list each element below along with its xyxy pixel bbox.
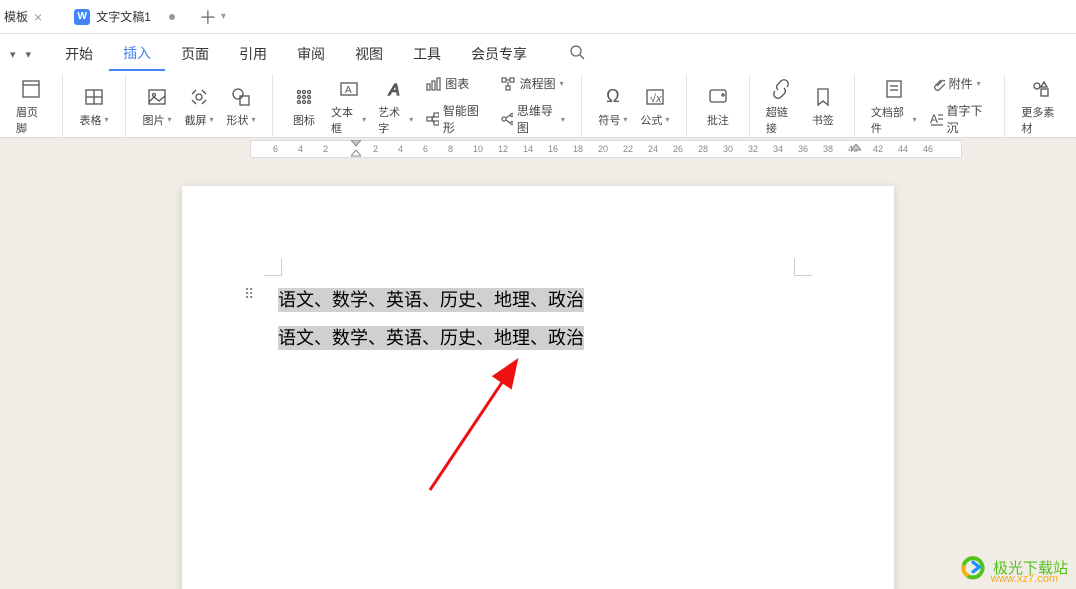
ribbon-toolbar: 眉页脚 表格 图片 截屏 形状 图标 A 文本框 A [0, 74, 1076, 138]
svg-text:A: A [388, 82, 400, 99]
smartart-button[interactable]: 智能图形 [419, 99, 489, 139]
search-button[interactable] [559, 38, 595, 71]
selected-text-line1[interactable]: 语文、数学、英语、历史、地理、政治 [278, 288, 584, 312]
chevron-down-icon: ▾ [221, 11, 226, 22]
flowchart-button[interactable]: 流程图▾ [494, 72, 571, 95]
svg-text:A: A [345, 85, 352, 96]
menu-view[interactable]: 视图 [341, 38, 397, 70]
mindmap-icon [500, 111, 513, 127]
textbox-button[interactable]: A 文本框 [325, 74, 372, 138]
wordart-button[interactable]: A 艺术字 [372, 74, 419, 138]
undo-dropdown-icon[interactable]: ▾ [8, 46, 18, 63]
picture-button[interactable]: 图片 [136, 82, 178, 130]
chart-button[interactable]: 图表 [419, 72, 489, 95]
menu-member[interactable]: 会员专享 [457, 38, 541, 70]
menu-insert[interactable]: 插入 [109, 37, 165, 71]
tab-template[interactable]: 模板 × [0, 3, 54, 31]
shape-icon [230, 86, 252, 108]
table-button[interactable]: 表格 [73, 82, 115, 130]
screenshot-button[interactable]: 截屏 [178, 82, 220, 130]
menu-review[interactable]: 审阅 [283, 38, 339, 70]
hanging-indent-marker[interactable] [351, 150, 361, 158]
comment-icon [707, 86, 729, 108]
screenshot-icon [188, 86, 210, 108]
bookmark-button[interactable]: 书签 [802, 82, 844, 130]
table-icon [83, 86, 105, 108]
shapes-icon [1030, 78, 1052, 100]
equation-icon: √x [644, 86, 666, 108]
docparts-icon [883, 78, 905, 100]
grid-icon [293, 86, 315, 108]
link-icon [770, 78, 792, 100]
watermark-url: www.xz7.com [991, 573, 1058, 585]
equation-button[interactable]: √x 公式 [634, 82, 676, 130]
menu-tabs: 开始 插入 页面 引用 审阅 视图 工具 会员专享 [51, 37, 541, 71]
header-footer-icon [20, 78, 42, 100]
close-icon[interactable]: × [34, 9, 42, 25]
horizontal-ruler[interactable]: 6 4 2 2 4 6 8 10 12 14 16 18 20 22 24 26… [250, 140, 962, 158]
hyperlink-button[interactable]: 超链接 [760, 74, 802, 138]
docparts-button[interactable]: 文档部件 [865, 74, 923, 138]
chart-icon [425, 76, 441, 92]
search-icon [569, 44, 585, 60]
picture-icon [146, 86, 168, 108]
comment-button[interactable]: 批注 [697, 82, 739, 130]
dropcap-icon: A [929, 111, 943, 127]
selected-text-line2[interactable]: 语文、数学、英语、历史、地理、政治 [278, 326, 584, 350]
tab-bar: 模板 × W 文字文稿1 ＋▾ [0, 0, 1076, 34]
attachment-button[interactable]: 附件▾ [923, 72, 995, 95]
header-footer-button[interactable]: 眉页脚 [10, 74, 52, 138]
menu-start[interactable]: 开始 [51, 38, 107, 70]
redo-dropdown-icon[interactable]: ▾ [24, 46, 34, 63]
dropcap-button[interactable]: A 首字下沉 [923, 99, 995, 139]
menu-bar: ▾ ▾ 开始 插入 页面 引用 审阅 视图 工具 会员专享 [0, 34, 1076, 74]
ruler-area: 6 4 2 2 4 6 8 10 12 14 16 18 20 22 24 26… [0, 138, 1076, 162]
add-tab-button[interactable]: ＋▾ [199, 4, 226, 30]
margin-corner-tr [794, 258, 812, 276]
icon-button[interactable]: 图标 [283, 82, 325, 130]
unsaved-dot-icon [169, 14, 175, 20]
tab-label: 文字文稿1 [96, 8, 151, 25]
margin-corner-tl [264, 258, 282, 276]
omega-icon: Ω [606, 84, 619, 110]
right-indent-marker[interactable] [851, 144, 861, 154]
tab-document[interactable]: W 文字文稿1 [62, 3, 187, 31]
word-file-icon: W [74, 9, 90, 25]
bookmark-icon [812, 86, 834, 108]
symbol-button[interactable]: Ω 符号 [592, 82, 634, 130]
drag-handle-icon[interactable]: ⠿ [244, 286, 252, 303]
document-page[interactable]: ⠿ 语文、数学、英语、历史、地理、政治 语文、数学、英语、历史、地理、政治 [182, 186, 894, 589]
watermark-logo-icon [957, 551, 989, 583]
watermark: 极光下载站 www.xz7.com [957, 551, 1068, 583]
svg-text:√x: √x [650, 93, 662, 105]
menu-page[interactable]: 页面 [167, 38, 223, 70]
wordart-icon: A [385, 78, 407, 100]
first-line-indent-marker[interactable] [351, 140, 361, 148]
shape-button[interactable]: 形状 [220, 82, 262, 130]
document-area: ⠿ 语文、数学、英语、历史、地理、政治 语文、数学、英语、历史、地理、政治 [0, 162, 1076, 589]
smartart-icon [425, 111, 439, 127]
menu-tools[interactable]: 工具 [399, 38, 455, 70]
mindmap-button[interactable]: 思维导图▾ [494, 99, 571, 139]
menu-reference[interactable]: 引用 [225, 38, 281, 70]
svg-text:A: A [930, 112, 938, 126]
flowchart-icon [500, 76, 516, 92]
more-elements-button[interactable]: 更多素材 [1015, 74, 1066, 138]
tab-label: 模板 [4, 8, 28, 25]
paperclip-icon [929, 76, 945, 92]
textbox-icon: A [338, 78, 360, 100]
